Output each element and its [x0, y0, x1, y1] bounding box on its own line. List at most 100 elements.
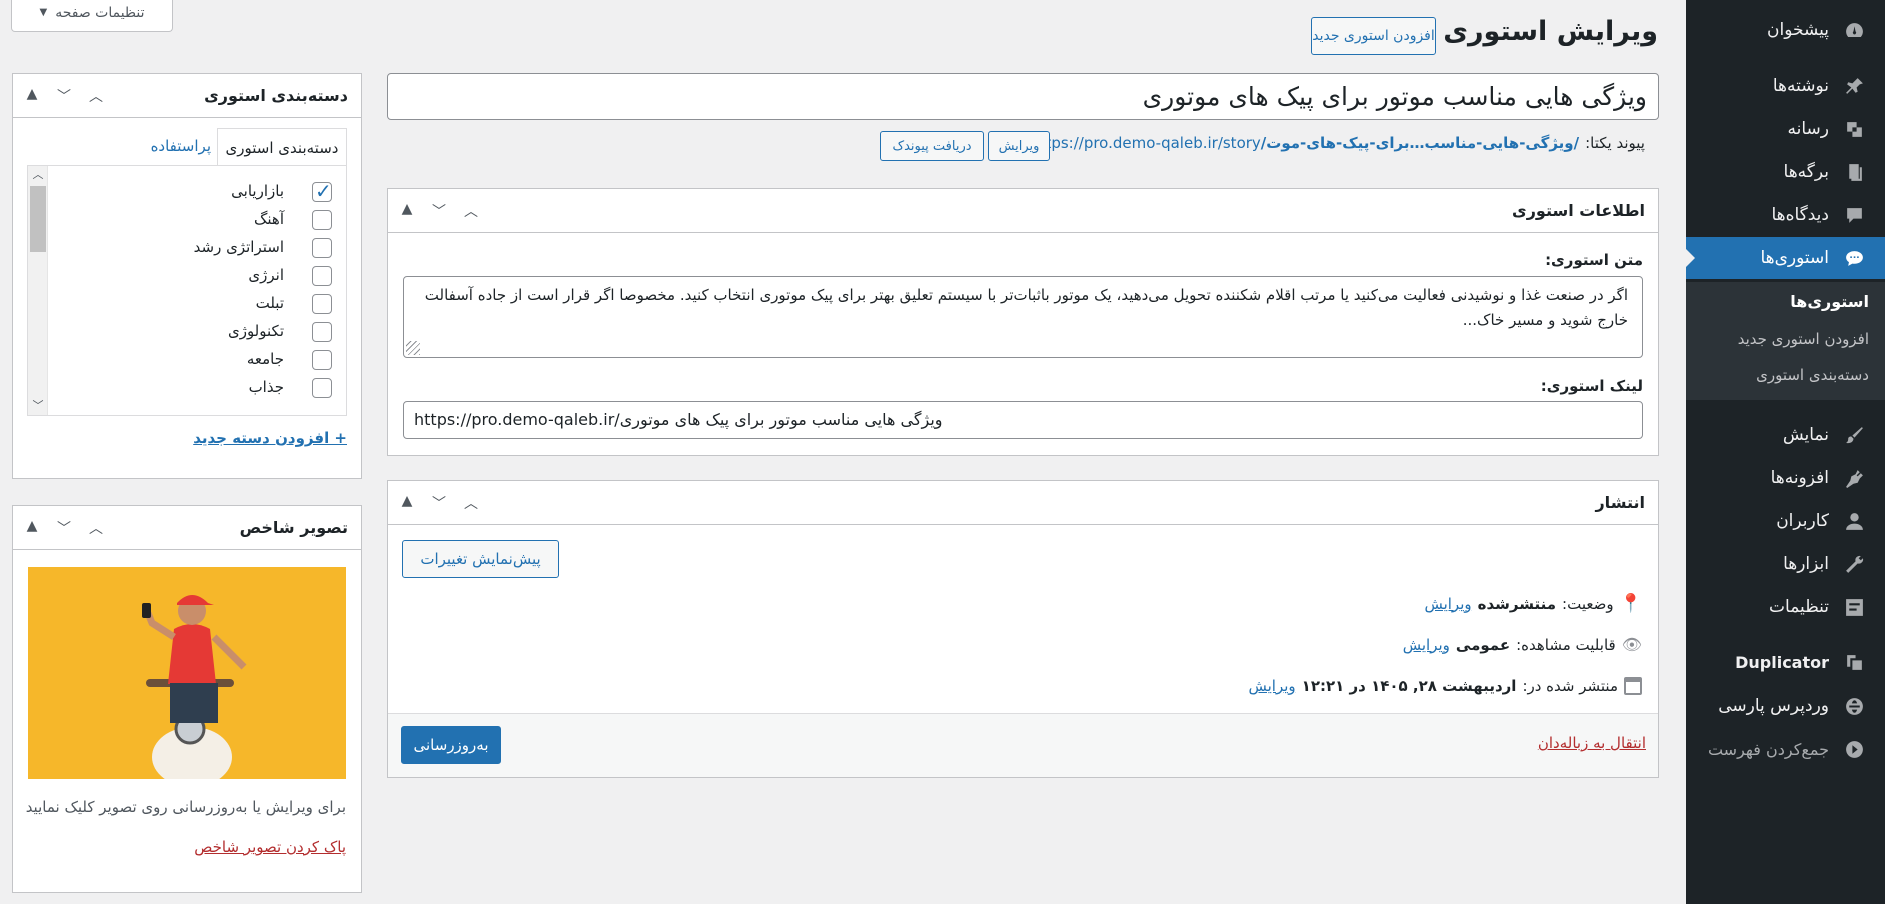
sidebar-item-pages[interactable]: برگه‌ها [1686, 151, 1885, 193]
add-new-story-button[interactable]: افزودن استوری جدید [1311, 17, 1436, 55]
story-category-box: دسته‌بندی استوری ▲ ﹀ ︿ دسته‌بندی استوری … [12, 73, 362, 479]
category-checkbox[interactable] [312, 378, 332, 398]
category-label: آهنگ [253, 210, 284, 228]
sidebar-item-plugins[interactable]: افزونه‌ها [1686, 457, 1885, 499]
scroll-up-icon[interactable]: ︿ [28, 166, 48, 182]
chevron-up-icon[interactable]: ︿ [462, 201, 480, 221]
permalink-link[interactable]: https://pro.demo-qaleb.ir/story/ویژگی-ها… [1030, 134, 1579, 152]
plugin-icon [1843, 467, 1865, 489]
category-label: تبلت [255, 294, 284, 312]
category-label: جذاب [248, 378, 284, 396]
resize-handle-icon[interactable] [406, 341, 420, 355]
sidebar-item-media[interactable]: رسانه [1686, 108, 1885, 150]
sidebar-item-duplicator[interactable]: Duplicator [1686, 641, 1885, 683]
chevron-up-icon[interactable]: ︿ [87, 518, 105, 538]
story-text-value: اگر در صنعت غذا و نوشیدنی فعالیت می‌کنید… [424, 286, 1628, 329]
sidebar-item-tools[interactable]: ابزارها [1686, 543, 1885, 585]
sidebar-item-dashboard[interactable]: پیشخوان [1686, 9, 1885, 51]
caret-down-icon: ▼ [39, 7, 48, 18]
dashboard-icon [1843, 19, 1865, 41]
chevron-down-icon[interactable]: ﹀ [55, 518, 73, 538]
story-text-label: متن استوری: [1545, 251, 1643, 269]
featured-image-box: تصویر شاخص ▲ ﹀ ︿ برای ویرایش یا به‌روزرس… [12, 505, 362, 893]
sidebar-collapse-menu[interactable]: جمع‌کردن فهرست [1686, 728, 1885, 770]
move-up-icon[interactable]: ▲ [23, 86, 41, 106]
media-icon [1843, 118, 1865, 140]
remove-featured-image-link[interactable]: پاک کردن تصویر شاخص [194, 838, 346, 856]
category-checkbox[interactable] [312, 266, 332, 286]
box-handles: ▲ ﹀ ︿ [23, 518, 105, 538]
chevron-down-icon[interactable]: ﹀ [55, 86, 73, 106]
published-date-value: اردیبهشت ۲۸, ۱۴۰۵ در ۱۲:۲۱ [1301, 677, 1517, 695]
pin-icon [1843, 75, 1865, 97]
chat-icon [1843, 247, 1865, 269]
pin-location-icon: 📍 [1619, 593, 1642, 614]
category-checkbox[interactable] [312, 350, 332, 370]
story-text-textarea[interactable]: اگر در صنعت غذا و نوشیدنی فعالیت می‌کنید… [403, 276, 1643, 358]
checklist-scrollbar[interactable]: ︿ ﹀ [28, 166, 48, 415]
admin-sidebar: پیشخوان نوشته‌ها رسانه برگه‌ها دیدگاه‌ها… [1685, 0, 1885, 904]
sidebar-item-comments[interactable]: دیدگاه‌ها [1686, 194, 1885, 236]
permalink-edit-button[interactable]: ویرایش [988, 131, 1050, 161]
category-checkbox[interactable] [312, 238, 332, 258]
sidebar-item-settings[interactable]: تنظیمات [1686, 586, 1885, 628]
wrench-icon [1843, 553, 1865, 575]
settings-icon [1843, 596, 1865, 618]
delivery-rider-image [28, 567, 346, 779]
visibility-row: 👁 قابلیت مشاهده: عمومی ویرایش [1402, 635, 1642, 654]
chevron-up-icon[interactable]: ︿ [87, 86, 105, 106]
update-button[interactable]: به‌روزرسانی [401, 726, 501, 764]
submenu-item-stories[interactable]: استوری‌ها [1686, 292, 1885, 311]
sidebar-item-users[interactable]: کاربران [1686, 500, 1885, 542]
box-handles: ▲ ﹀ ︿ [23, 86, 105, 106]
add-new-category-link[interactable]: + افزودن دسته جدید [193, 429, 347, 447]
get-shortlink-button[interactable]: دریافت پیوندک [880, 131, 984, 161]
tab-most-used[interactable]: پراستفاده [151, 137, 211, 155]
sidebar-item-stories[interactable]: استوری‌ها [1685, 237, 1885, 279]
post-title-text: ویژگی هایی مناسب موتور برای پیک های موتو… [1142, 82, 1647, 111]
category-checkbox[interactable] [312, 322, 332, 342]
move-to-trash-link[interactable]: انتقال به زباله‌دان [1538, 734, 1646, 752]
duplicator-icon [1843, 651, 1865, 673]
sidebar-item-posts[interactable]: نوشته‌ها [1686, 65, 1885, 107]
category-label: جامعه [246, 350, 284, 368]
scrollbar-thumb[interactable] [30, 186, 46, 252]
status-row: 📍 وضعیت: منتشرشده ویرایش [1424, 593, 1642, 614]
permalink-label: پیوند یکتا: [1585, 134, 1645, 152]
edit-status-link[interactable]: ویرایش [1424, 595, 1471, 613]
collapse-icon [1843, 738, 1865, 760]
story-link-label: لینک استوری: [1540, 377, 1643, 395]
move-up-icon[interactable]: ▲ [23, 518, 41, 538]
category-label: استراتژی رشد [193, 238, 284, 256]
post-title-input[interactable]: ویژگی هایی مناسب موتور برای پیک های موتو… [387, 73, 1659, 120]
eye-icon: 👁 [1621, 635, 1642, 654]
submenu-item-add-story[interactable]: افزودن استوری جدید [1686, 330, 1885, 348]
chevron-down-icon[interactable]: ﹀ [430, 201, 448, 221]
scroll-down-icon[interactable]: ﹀ [28, 397, 48, 413]
sidebar-item-appearance[interactable]: نمایش [1686, 414, 1885, 456]
permalink-row: پیوند یکتا: https://pro.demo-qaleb.ir/st… [1030, 134, 1645, 152]
screen-options-button[interactable]: تنظیمات صفحه ▼ [11, 0, 173, 32]
story-info-title: اطلاعات استوری [1512, 201, 1645, 220]
sidebar-submenu: استوری‌ها افزودن استوری جدید دسته‌بندی ا… [1686, 282, 1885, 400]
featured-image-thumbnail[interactable] [28, 567, 346, 779]
category-checkbox[interactable] [312, 210, 332, 230]
brush-icon [1843, 424, 1865, 446]
chevron-up-icon[interactable]: ︿ [462, 493, 480, 513]
category-checkbox[interactable] [312, 294, 332, 314]
publish-box: انتشار ▲ ﹀ ︿ پیش‌نمایش تغییرات 📍 وضعیت: … [387, 480, 1659, 778]
submenu-item-story-category[interactable]: دسته‌بندی استوری [1686, 366, 1885, 384]
edit-date-link[interactable]: ویرایش [1249, 677, 1296, 695]
sidebar-item-wp-persian[interactable]: وردپرس پارسی [1686, 685, 1885, 727]
move-up-icon[interactable]: ▲ [398, 493, 416, 513]
story-link-input[interactable]: https://pro.demo-qaleb.ir/ویژگی هایی منا… [403, 401, 1643, 439]
edit-visibility-link[interactable]: ویرایش [1403, 636, 1450, 654]
featured-image-title: تصویر شاخص [239, 518, 348, 537]
tab-all-categories[interactable]: دسته‌بندی استوری [217, 128, 347, 166]
preview-changes-button[interactable]: پیش‌نمایش تغییرات [402, 540, 559, 578]
box-handles: ▲ ﹀ ︿ [398, 201, 480, 221]
category-checkbox-marketing[interactable] [312, 179, 332, 203]
move-up-icon[interactable]: ▲ [398, 201, 416, 221]
chevron-down-icon[interactable]: ﹀ [430, 493, 448, 513]
calendar-icon [1624, 677, 1642, 695]
